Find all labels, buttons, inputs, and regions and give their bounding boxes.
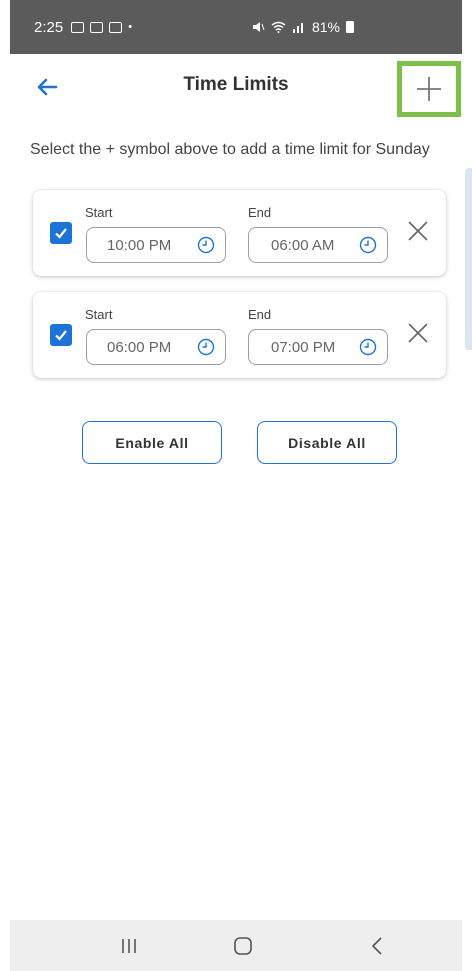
instruction-text: Select the + symbol above to add a time … [30, 141, 430, 158]
mute-icon [252, 22, 265, 32]
signal-icon [292, 23, 303, 33]
close-icon[interactable] [407, 220, 429, 242]
status-time: 2:25 [34, 18, 64, 36]
end-label: End [248, 307, 272, 322]
battery-icon [346, 21, 354, 33]
checkmark-icon [55, 330, 67, 341]
home-icon[interactable] [229, 932, 257, 960]
end-time-field[interactable]: 07:00 PM [248, 329, 388, 365]
end-time-field[interactable]: 06:00 AM [248, 227, 388, 263]
clock-icon [197, 236, 215, 254]
notification-icons: • [71, 21, 132, 33]
scroll-indicator[interactable] [465, 168, 472, 350]
gallery-icon [71, 21, 85, 33]
clock-icon [359, 338, 377, 356]
close-icon[interactable] [407, 322, 429, 344]
start-label: Start [85, 205, 113, 220]
end-time-value: 07:00 PM [271, 339, 336, 356]
end-label: End [248, 205, 272, 220]
app-header: Time Limits [0, 58, 472, 118]
time-limit-checkbox[interactable] [50, 222, 72, 244]
back-icon[interactable] [364, 932, 392, 960]
checkmark-icon [55, 228, 67, 239]
recents-icon[interactable] [115, 932, 143, 960]
start-time-field[interactable]: 10:00 PM [86, 227, 226, 263]
time-limit-checkbox[interactable] [50, 324, 72, 346]
status-bar: 2:25 • 81% [10, 0, 462, 54]
clock-icon [197, 338, 215, 356]
time-limit-card: Start End 10:00 PM 06:00 AM [33, 190, 446, 276]
add-time-limit-button[interactable] [397, 61, 461, 117]
battery-percent: 81% [311, 19, 340, 35]
enable-all-button[interactable]: Enable All [82, 421, 222, 464]
wifi-icon [271, 21, 286, 33]
start-time-field[interactable]: 06:00 PM [86, 329, 226, 365]
status-left: 2:25 • [34, 19, 132, 36]
start-time-value: 10:00 PM [107, 237, 172, 254]
status-right: 81% [251, 19, 438, 35]
start-label: Start [85, 307, 113, 322]
clock-icon [359, 236, 377, 254]
plus-icon [417, 77, 441, 101]
start-time-value: 06:00 PM [107, 339, 172, 356]
news-icon [109, 21, 123, 33]
time-limit-card: Start End 06:00 PM 07:00 PM [33, 292, 446, 378]
end-time-value: 06:00 AM [271, 237, 335, 254]
disable-all-button[interactable]: Disable All [257, 421, 397, 464]
dot-icon: • [128, 21, 133, 33]
system-nav-bar [10, 920, 462, 971]
message-icon [90, 21, 104, 33]
